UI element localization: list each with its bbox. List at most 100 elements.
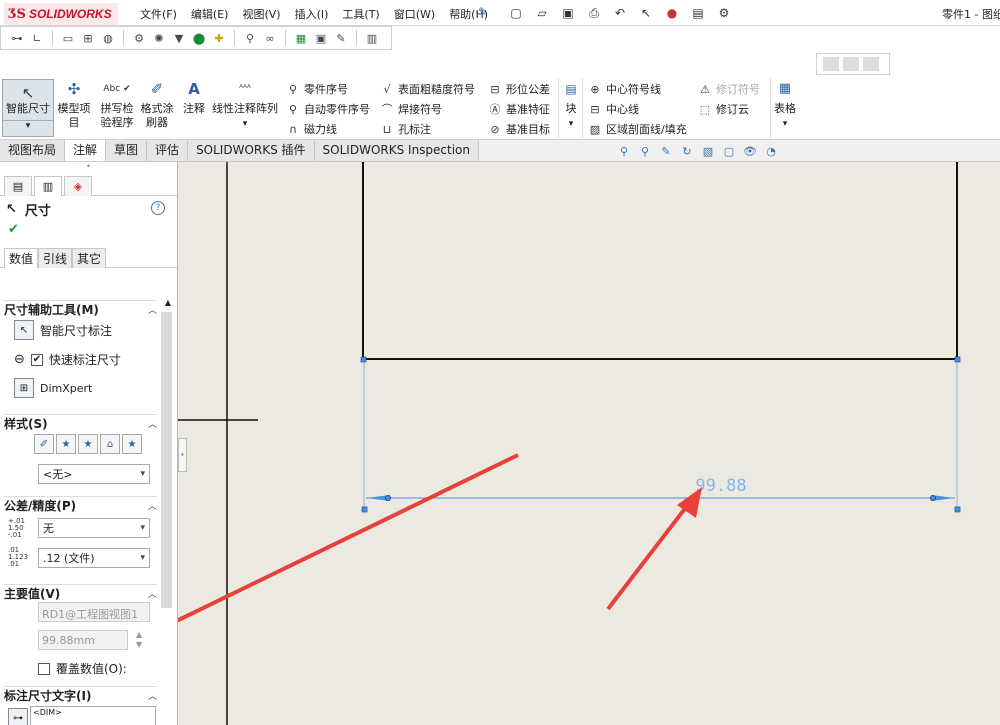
datum-feature-button[interactable]: Ⓐ 基准特征 bbox=[488, 101, 551, 117]
menu-edit[interactable]: 编辑(E) bbox=[191, 6, 229, 22]
model-items-button[interactable]: ✣ 模型项 目 bbox=[56, 82, 92, 130]
open-icon[interactable]: ▱ bbox=[532, 4, 552, 22]
zoom-area-icon[interactable]: ⚲ bbox=[637, 143, 653, 159]
magnetic-line-button[interactable]: ∩ 磁力线 bbox=[286, 121, 337, 137]
quick-dim-option[interactable]: ⊖ ✔ 快速标注尺寸 bbox=[14, 351, 121, 368]
pin-icon[interactable]: ✎ bbox=[478, 5, 488, 19]
scrollbar[interactable] bbox=[161, 312, 172, 608]
hatch-fill-button[interactable]: ▨ 区域剖面线/填充 bbox=[588, 121, 687, 137]
menu-file[interactable]: 文件(F) bbox=[140, 6, 177, 22]
scene-icon[interactable]: ◔ bbox=[763, 143, 779, 159]
menu-view[interactable]: 视图(V) bbox=[242, 6, 280, 22]
smart-dimension-button[interactable]: ↖ 智能尺寸 ▾ bbox=[2, 79, 54, 137]
subtab-leaders[interactable]: 引线 bbox=[38, 248, 73, 268]
linear-note-pattern-button[interactable]: ᴬᴬᴬ 线性注释阵列 ▾ bbox=[212, 82, 278, 131]
chevron-up-icon[interactable]: ︿ bbox=[148, 417, 157, 430]
property-manager-tab-icon[interactable]: ▥ bbox=[34, 176, 62, 196]
tab-addins[interactable]: SOLIDWORKS 插件 bbox=[188, 140, 315, 161]
select-icon[interactable]: ↖ bbox=[636, 4, 656, 22]
chevron-up-icon[interactable]: ︿ bbox=[148, 303, 157, 316]
chevron-up-icon[interactable]: ︿ bbox=[148, 689, 157, 702]
chevron-up-icon[interactable]: ︿ bbox=[148, 499, 157, 512]
chevron-down-icon[interactable]: ▾ bbox=[783, 119, 788, 129]
format-painter-button[interactable]: ✐ 格式涂 刷器 bbox=[140, 82, 174, 130]
subtab-value[interactable]: 数值 bbox=[4, 248, 39, 268]
zoom-fit-icon[interactable]: ⚲ bbox=[616, 143, 632, 159]
apply-default-style-icon[interactable]: ✐ bbox=[34, 434, 54, 454]
new-doc-icon[interactable]: ▢ bbox=[506, 4, 526, 22]
tables-button[interactable]: ▦ 表格 ▾ bbox=[772, 82, 798, 131]
file-properties-icon[interactable]: ▤ bbox=[688, 4, 708, 22]
previous-view-icon[interactable]: ✎ bbox=[658, 143, 674, 159]
globe-icon[interactable]: ◍ bbox=[100, 30, 116, 46]
book-icon[interactable]: ▥ bbox=[364, 30, 380, 46]
scroll-up-icon[interactable]: ▲ bbox=[165, 298, 171, 307]
hide-show-icon[interactable]: 👁 bbox=[742, 143, 758, 159]
sheet-edit-icon[interactable] bbox=[823, 57, 839, 71]
smart-dimension-option[interactable]: ↖ 智能尺寸标注 bbox=[14, 320, 112, 340]
center-mark-button[interactable]: ⊕ 中心符号线 bbox=[588, 81, 661, 97]
plugin-icon[interactable]: ✚ bbox=[211, 30, 227, 46]
add-style-icon[interactable]: ★ bbox=[56, 434, 76, 454]
tab-inspection[interactable]: SOLIDWORKS Inspection bbox=[314, 140, 480, 161]
dim-text-field[interactable]: <DIM> bbox=[30, 706, 156, 725]
balloon-button[interactable]: ⚲ 零件序号 bbox=[286, 81, 348, 97]
ok-check-icon[interactable]: ✔ bbox=[0, 222, 177, 244]
dimension-handle[interactable] bbox=[954, 506, 961, 513]
group-primary-value[interactable]: 主要值(V) ︿ bbox=[4, 584, 157, 602]
dimension-handle[interactable] bbox=[361, 506, 368, 513]
override-checkbox[interactable] bbox=[38, 662, 50, 675]
hole-callout-button[interactable]: ⊔ 孔标注 bbox=[380, 121, 431, 137]
feature-manager-tab-icon[interactable]: ▤ bbox=[4, 176, 32, 196]
gtol-button[interactable]: ⊟ 形位公差 bbox=[488, 81, 550, 97]
block-button[interactable]: ▤ 块 ▾ bbox=[562, 82, 580, 131]
sheet-icon[interactable] bbox=[843, 57, 859, 71]
group-style[interactable]: 样式(S) ︿ bbox=[4, 414, 157, 432]
chevron-down-icon[interactable]: ▾ bbox=[243, 119, 248, 129]
section-view-icon[interactable]: ▧ bbox=[700, 143, 716, 159]
undo-icon[interactable]: ↶ bbox=[610, 4, 630, 22]
endpoint-handle[interactable] bbox=[360, 356, 367, 363]
load-style-icon[interactable]: ★ bbox=[122, 434, 142, 454]
auto-balloon-button[interactable]: ⚲ 自动零件序号 bbox=[286, 101, 370, 117]
settings-gear-icon[interactable]: ⚙ bbox=[131, 30, 147, 46]
table-icon[interactable]: ▦ bbox=[293, 30, 309, 46]
menu-insert[interactable]: 插入(I) bbox=[295, 6, 329, 22]
config-manager-tab-icon[interactable]: ◈ bbox=[64, 176, 92, 196]
line-style-icon[interactable]: ∟ bbox=[29, 30, 45, 46]
solidworks-logo[interactable]: ƷS SOLIDWORKS bbox=[4, 3, 118, 25]
drawing-sheet[interactable]: • 99.88 bbox=[178, 162, 1000, 725]
delete-style-icon[interactable]: ★ bbox=[78, 434, 98, 454]
note-button[interactable]: A 注释 bbox=[180, 82, 208, 116]
weld-symbol-button[interactable]: ⌒ 焊接符号 bbox=[380, 101, 443, 117]
chevron-down-icon[interactable]: ▾ bbox=[569, 119, 574, 129]
centerline-button[interactable]: ⊟ 中心线 bbox=[588, 101, 639, 117]
print-icon[interactable]: ⎙ bbox=[584, 4, 604, 22]
tab-view-layout[interactable]: 视图布局 bbox=[0, 140, 66, 161]
cog-icon[interactable]: ✺ bbox=[151, 30, 167, 46]
precision-select[interactable]: .12 (文件) ▾ bbox=[38, 548, 150, 568]
help-icon[interactable]: ? bbox=[151, 201, 165, 215]
revision-symbol-button[interactable]: ⚠ 修订符号 bbox=[698, 81, 760, 97]
primary-name-field[interactable]: RD1@工程图视图1 bbox=[38, 602, 150, 622]
panel-grip[interactable]: • bbox=[0, 162, 177, 176]
options-gear-icon[interactable]: ⚙ bbox=[714, 4, 734, 22]
sheet-format-icon[interactable] bbox=[863, 57, 879, 71]
save-style-icon[interactable]: ⌂ bbox=[100, 434, 120, 454]
chevron-up-icon[interactable]: ︿ bbox=[148, 587, 157, 600]
rotate-icon[interactable]: ↻ bbox=[679, 143, 695, 159]
tab-evaluate[interactable]: 评估 bbox=[147, 140, 189, 161]
override-value-option[interactable]: 覆盖数值(O): bbox=[38, 660, 127, 677]
style-select[interactable]: <无> ▾ bbox=[38, 464, 150, 484]
marker-icon[interactable]: ⬤ bbox=[191, 30, 207, 46]
datum-target-button[interactable]: ⊘ 基准目标 bbox=[488, 121, 550, 137]
subtab-other[interactable]: 其它 bbox=[72, 248, 107, 268]
tab-sketch[interactable]: 草图 bbox=[106, 140, 148, 161]
tab-annotation[interactable]: 注解 bbox=[65, 140, 107, 161]
search-icon[interactable]: ⚲ bbox=[242, 30, 258, 46]
group-dim-assist[interactable]: 尺寸辅助工具(M) ︿ bbox=[4, 300, 157, 318]
group-tolerance[interactable]: 公差/精度(P) ︿ bbox=[4, 496, 157, 514]
quick-dim-checkbox[interactable]: ✔ bbox=[30, 353, 43, 366]
chevron-down-icon[interactable]: ▾ bbox=[3, 120, 53, 131]
primary-value-field[interactable]: 99.88mm bbox=[38, 630, 128, 650]
